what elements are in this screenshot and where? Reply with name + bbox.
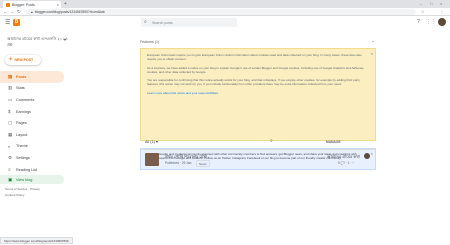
post-author: আমাদের গ্রামের কথা (327, 153, 360, 159)
bookmark-star-icon[interactable]: ☆ (421, 9, 425, 14)
status-badge: News (196, 160, 210, 167)
blog-selector[interactable]: আমাদের গ্রামের কথা এসএসসি ২০২৪ প্রশ্ন (7, 36, 69, 48)
sidebar-nav: ▤ Posts ▥ Stats ▭ Comments $ Earnings ▢ Pages… (0, 71, 66, 175)
tab-title: Blogger: Posts (12, 2, 35, 7)
comments-icon: ▭ (8, 96, 13, 102)
sidebar-item-label: Reading List (16, 167, 38, 172)
browser-menu-icon[interactable]: ⋮ (440, 9, 444, 14)
earnings-icon: $ (8, 109, 11, 115)
post-meta: Published · 29 Jan (165, 161, 192, 165)
posts-filter-row: All (1) ▾ ⌕ MANAGE (140, 138, 376, 146)
tab-close-icon[interactable]: × (57, 2, 59, 7)
footer-links[interactable]: Terms of Service · Privacy (5, 187, 40, 191)
notice-paragraph: You are responsible for confirming that … (147, 78, 360, 87)
reading-list-icon: ≡ (8, 167, 11, 173)
sidebar-item-label: Pages (16, 121, 27, 126)
chevron-down-icon[interactable]: ▾ (64, 37, 66, 42)
eu-cookie-notice: × European Union laws require you to giv… (140, 48, 376, 141)
search-icon[interactable]: ⌕ (270, 138, 273, 144)
blogger-favicon-icon (6, 2, 10, 7)
features-label: Features (1) (140, 40, 160, 44)
pages-icon: ▢ (8, 120, 13, 126)
filter-dropdown[interactable]: All (1) ▾ (145, 139, 158, 144)
sidebar-item-theme[interactable]: ◐ Theme (0, 141, 66, 153)
sidebar-item-label: Theme (16, 144, 28, 149)
lock-icon: 🔒︎ (31, 10, 33, 14)
maximize-icon[interactable]: □ (430, 1, 432, 6)
post-stats: 0 💬 · 1 ⋯ (338, 161, 354, 165)
forward-icon[interactable]: → (10, 9, 15, 14)
features-bar[interactable]: Features (1) ^ (140, 38, 376, 46)
reload-icon[interactable]: ↻ (17, 9, 21, 15)
sidebar-item-reading-list[interactable]: ≡ Reading List (0, 164, 66, 176)
minimize-icon[interactable]: – (420, 1, 422, 6)
sidebar-item-comments[interactable]: ▭ Comments (0, 94, 66, 106)
notice-paragraph: European Union laws require you to give … (147, 53, 362, 62)
sidebar-item-layout[interactable]: ▦ Layout (0, 129, 66, 141)
sidebar-item-posts[interactable]: ▤ Posts (0, 71, 64, 83)
sidebar-item-stats[interactable]: ▥ Stats (0, 83, 66, 95)
menu-icon[interactable]: ☰ (5, 19, 10, 26)
search-icon: ⌕ (144, 19, 147, 25)
avatar (364, 152, 370, 159)
content-policy-link[interactable]: Content Policy (5, 193, 24, 197)
url-text: blogger.com/blog/posts/1234567890?hl=en&… (34, 10, 105, 14)
manage-button[interactable]: MANAGE (326, 140, 341, 144)
url-field[interactable]: 🔒︎ blogger.com/blog/posts/1234567890?hl=e… (26, 9, 416, 15)
back-icon[interactable]: ← (3, 9, 8, 14)
search-posts-input[interactable]: ⌕ Search posts (141, 18, 237, 27)
search-placeholder: Search posts (152, 20, 173, 25)
divider (140, 149, 376, 150)
sidebar-item-label: Stats (16, 86, 25, 91)
sidebar-item-label: Layout (16, 132, 28, 137)
browser-status-bar: https://www.blogger.com/blog/posts/12345… (0, 237, 73, 244)
sidebar-item-pages[interactable]: ▢ Pages (0, 117, 66, 129)
theme-icon: ◐ (8, 143, 11, 149)
browser-tab-bar: Blogger: Posts × + – □ × (0, 0, 450, 8)
layout-icon: ▦ (8, 131, 13, 137)
posts-icon: ▤ (8, 73, 13, 79)
help-icon[interactable]: ? (417, 19, 420, 25)
notice-paragraph: As a courtesy, we have added a notice on… (147, 65, 364, 74)
post-thumbnail (145, 153, 159, 166)
account-avatar[interactable] (438, 18, 446, 26)
window-close-icon[interactable]: × (440, 1, 442, 6)
view-blog-label: View blog (16, 177, 33, 182)
new-tab-button[interactable]: + (64, 1, 67, 7)
sidebar-item-settings[interactable]: ⚙ Settings (0, 152, 66, 164)
browser-tab[interactable]: Blogger: Posts × (3, 1, 61, 8)
chevron-up-icon[interactable]: ^ (372, 38, 374, 46)
list-item[interactable]: প্রথম পোস্ট শিরোনাম টেস্ট Published · 29… (140, 152, 376, 168)
sidebar-item-label: Earnings (16, 109, 31, 114)
new-post-button[interactable]: + NEW POST (5, 55, 41, 65)
stats-icon: ▥ (8, 85, 13, 91)
blogger-logo-icon[interactable]: B (13, 19, 20, 26)
gear-icon: ⚙ (8, 154, 13, 160)
new-post-label: NEW POST (14, 58, 34, 62)
learn-more-link[interactable]: Learn more about this notice and your re… (147, 91, 369, 95)
sidebar-item-label: Posts (16, 74, 27, 79)
sidebar-item-label: Settings (16, 155, 30, 160)
plus-icon: + (9, 57, 13, 63)
sidebar-item-earnings[interactable]: $ Earnings (0, 106, 66, 118)
view-blog-icon: ▣ (8, 176, 13, 182)
view-blog-button[interactable]: ▣ View blog (0, 175, 64, 184)
close-icon[interactable]: × (371, 51, 373, 56)
apps-grid-icon[interactable]: ⋮⋮ (426, 19, 436, 25)
sidebar-item-label: Comments (16, 97, 35, 102)
